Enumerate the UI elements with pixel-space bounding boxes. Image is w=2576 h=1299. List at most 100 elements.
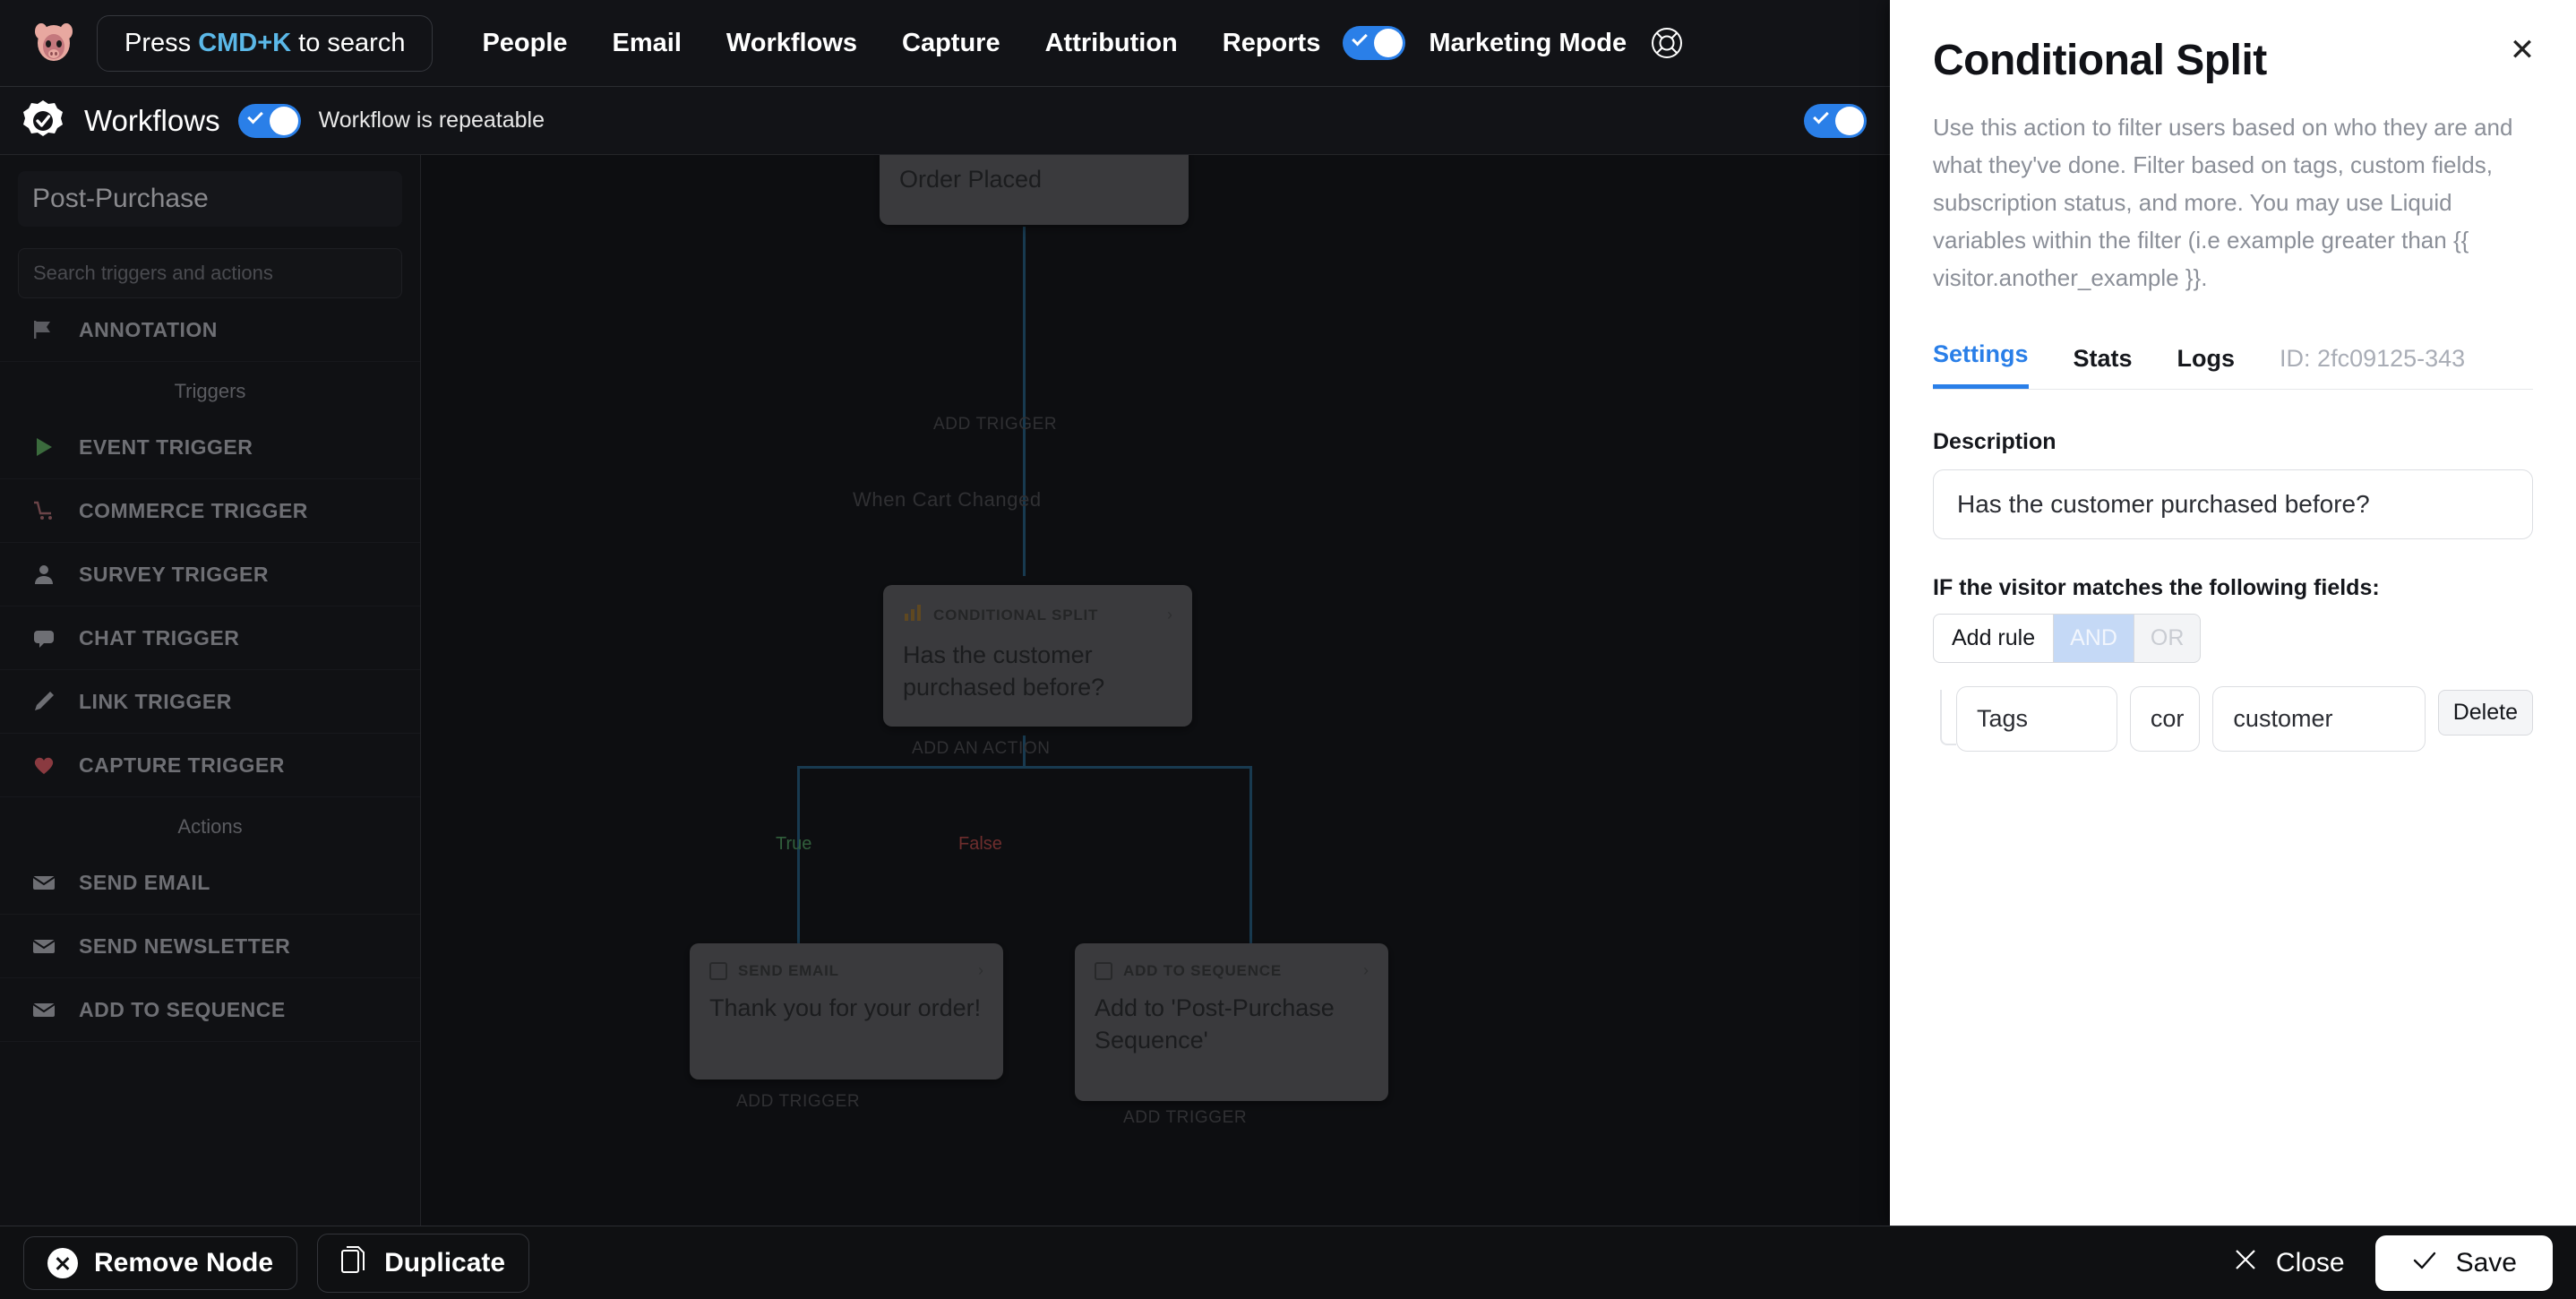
node-title: Thank you for your order! [709, 994, 982, 1021]
rule-value-input[interactable]: customer [2212, 685, 2426, 752]
sidebar-item-label: ANNOTATION [79, 317, 218, 341]
logic-or-button[interactable]: OR [2134, 613, 2202, 663]
add-trigger-label-left[interactable]: ADD TRIGGER [736, 1092, 860, 1112]
play-icon [30, 434, 57, 460]
sidebar-item-link-trigger[interactable]: LINK TRIGGER [0, 670, 420, 734]
envelope-icon [30, 996, 57, 1023]
envelope-icon [30, 869, 57, 896]
subheader-right-group [1804, 103, 1867, 138]
workflow-repeatable-label: Workflow is repeatable [318, 108, 545, 133]
search-prefix: Press [125, 28, 199, 57]
sidebar-item-commerce-trigger[interactable]: COMMERCE TRIGGER [0, 479, 420, 543]
node-title: Order Placed [899, 166, 1043, 193]
add-an-action-label[interactable]: ADD AN ACTION [912, 739, 1051, 759]
split-icon [903, 603, 923, 627]
nav-item-attribution[interactable]: Attribution [1023, 20, 1200, 67]
search-shortcut-kbd: CMD+K [198, 28, 292, 57]
logic-and-button[interactable]: AND [2054, 613, 2134, 663]
rule-row: Tags cor customer Delete [1956, 685, 2533, 752]
rule-field-select[interactable]: Tags [1956, 685, 2117, 752]
node-title: Has the customer purchased before? [903, 641, 1105, 701]
sidebar-item-send-email[interactable]: SEND EMAIL [0, 851, 420, 915]
rule-bracket [1940, 689, 1956, 745]
description-label: Description [1933, 428, 2057, 454]
remove-node-label: Remove Node [94, 1247, 274, 1277]
envelope-icon [1095, 961, 1112, 980]
close-button[interactable]: Close [2210, 1236, 2368, 1290]
sidebar-item-label: CHAT TRIGGER [79, 625, 240, 650]
sidebar-item-capture-trigger[interactable]: CAPTURE TRIGGER [0, 734, 420, 797]
nav-item-email[interactable]: Email [590, 20, 704, 67]
if-condition-label: IF the visitor matches the following fie… [1933, 574, 2380, 600]
toggle-knob [269, 106, 298, 135]
connector-line [797, 766, 1252, 769]
tab-settings[interactable]: Settings [1933, 331, 2029, 389]
duplicate-button[interactable]: Duplicate [317, 1233, 530, 1293]
main-nav-items: People Email Workflows Capture Attributi… [459, 20, 1343, 67]
rule-list: Tags cor customer Delete [1933, 685, 2533, 752]
cart-trigger-label[interactable]: When Cart Changed [853, 488, 1042, 512]
chevron-right-icon[interactable]: › [978, 961, 983, 980]
node-kind-label: SEND EMAIL [738, 961, 839, 979]
node-order-placed[interactable]: Order Placed [880, 155, 1189, 225]
nav-item-workflows[interactable]: Workflows [704, 20, 880, 67]
add-rule-button[interactable]: Add rule [1933, 613, 2055, 663]
close-label: Close [2275, 1247, 2345, 1277]
workflow-repeatable-toggle[interactable] [237, 103, 301, 138]
check-icon [246, 108, 263, 124]
rule-operator-select[interactable]: cor [2129, 685, 2201, 752]
nav-item-capture[interactable]: Capture [880, 20, 1023, 67]
node-header: SEND EMAIL › [709, 961, 983, 980]
workflow-canvas[interactable]: Order Placed ADD TRIGGER When Cart Chang… [421, 155, 1890, 1226]
sidebar-item-add-to-sequence[interactable]: ADD TO SEQUENCE [0, 978, 420, 1042]
workflow-enabled-toggle[interactable] [1804, 103, 1867, 138]
sidebar-item-survey-trigger[interactable]: SURVEY TRIGGER [0, 543, 420, 606]
subheader-title: Workflows [84, 103, 220, 137]
page-title: Conditional Split [1933, 37, 2267, 84]
sidebar-item-send-newsletter[interactable]: SEND NEWSLETTER [0, 915, 420, 978]
node-send-email[interactable]: SEND EMAIL › Thank you for your order! [690, 943, 1003, 1080]
nav-item-reports[interactable]: Reports [1200, 20, 1344, 67]
lifebuoy-icon[interactable] [1650, 26, 1684, 60]
tab-logs[interactable]: Logs [2177, 336, 2236, 389]
add-trigger-label[interactable]: ADD TRIGGER [933, 415, 1057, 434]
sidebar-item-label: LINK TRIGGER [79, 689, 232, 713]
duplicate-icon [341, 1245, 368, 1281]
sidebar-item-chat-trigger[interactable]: CHAT TRIGGER [0, 606, 420, 670]
close-icon[interactable]: ✕ [2504, 32, 2540, 68]
node-id-text: ID: 2fc09125-343 [2280, 344, 2466, 372]
save-button[interactable]: Save [2374, 1234, 2553, 1291]
workflow-sidebar: Post-Purchase Search triggers and action… [0, 155, 421, 1226]
add-trigger-label-right[interactable]: ADD TRIGGER [1123, 1108, 1247, 1128]
nav-item-people[interactable]: People [459, 20, 589, 67]
person-icon [30, 561, 57, 588]
connector-line [1249, 766, 1252, 945]
cart-icon [30, 497, 57, 524]
chevron-right-icon[interactable]: › [1363, 961, 1369, 980]
sidebar-item-label: ADD TO SEQUENCE [79, 997, 286, 1021]
tab-stats[interactable]: Stats [2074, 336, 2133, 389]
check-icon [1352, 30, 1369, 47]
check-icon [1813, 108, 1829, 124]
marketing-mode-toggle[interactable] [1343, 26, 1406, 60]
canvas-content: Order Placed ADD TRIGGER When Cart Chang… [421, 155, 1890, 1226]
chevron-right-icon[interactable]: › [1167, 606, 1172, 624]
panel-description: Use this action to filter users based on… [1933, 114, 2513, 292]
connector-line [1023, 227, 1026, 576]
pig-logo-icon[interactable] [30, 18, 77, 68]
marketing-mode-label: Marketing Mode [1429, 28, 1627, 57]
sidebar-item-event-trigger[interactable]: EVENT TRIGGER [0, 416, 420, 479]
sidebar-item-label: EVENT TRIGGER [79, 434, 253, 459]
node-conditional-split[interactable]: CONDITIONAL SPLIT › Has the customer pur… [883, 585, 1192, 727]
delete-rule-button[interactable]: Delete [2437, 689, 2533, 736]
remove-node-button[interactable]: Remove Node [23, 1235, 298, 1290]
node-add-to-sequence[interactable]: ADD TO SEQUENCE › Add to 'Post-Purchase … [1075, 943, 1388, 1101]
description-input[interactable] [1933, 469, 2533, 539]
search-input[interactable]: Press CMD+K to search [97, 14, 434, 72]
save-label: Save [2455, 1247, 2517, 1277]
sidebar-item-label: SEND NEWSLETTER [79, 933, 291, 958]
sidebar-item-label: CAPTURE TRIGGER [79, 753, 285, 777]
workflow-name[interactable]: Post-Purchase [18, 171, 402, 227]
sidebar-search-input[interactable]: Search triggers and actions [18, 248, 402, 298]
sidebar-item-annotation[interactable]: ANNOTATION [0, 298, 420, 362]
